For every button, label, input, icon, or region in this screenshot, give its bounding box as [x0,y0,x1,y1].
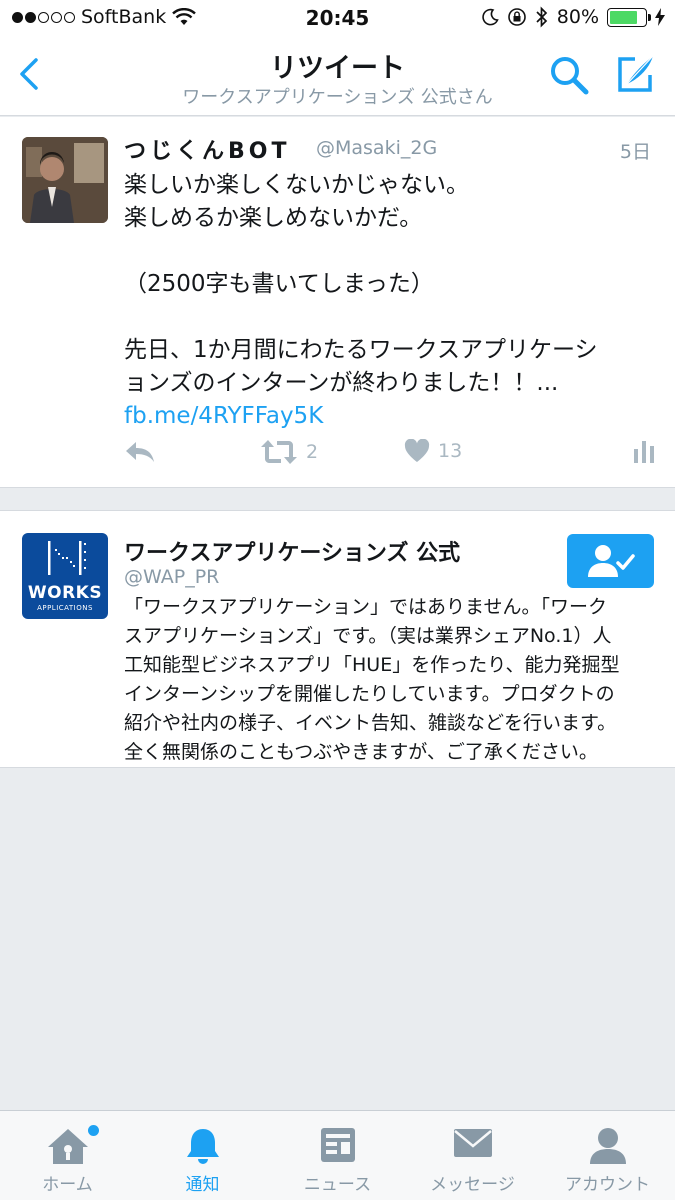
tweet-card[interactable]: つじくんBOT @Masaki_2G 5日 楽しいか楽しくないかじゃない。 楽し… [0,117,675,488]
charging-bolt-icon [655,8,665,26]
tab-messages-label: メッセージ [430,1175,515,1195]
following-button[interactable] [567,534,654,588]
reply-button[interactable] [124,439,156,465]
analytics-bars-icon [634,441,654,463]
tab-bar: ホーム 通知 ニュース メッセージ アカウント [0,1110,675,1200]
user-card[interactable]: WORKS APPLICATIONS ワークスアプリケーションズ 公式 @WAP… [0,510,675,768]
user-bio: 「ワークスアプリケーション」ではありません。「ワーク スアプリケーションズ」です… [124,593,659,767]
battery-level [610,10,638,24]
tab-messages[interactable]: メッセージ [405,1111,540,1200]
bio-line: 「ワークスアプリケーション」ではありません。「ワーク [124,596,607,618]
retweet-count: 2 [306,441,319,463]
tab-account-label: アカウント [565,1175,650,1195]
home-icon [47,1129,88,1164]
tweet-line: ョンズのインターンが終わりました！！... [124,370,559,396]
tab-notifications[interactable]: 通知 [135,1111,270,1200]
tweet-link[interactable]: fb.me/4RYFFay5K [124,403,323,429]
like-button[interactable]: 13 [404,439,462,463]
bio-line: 全く無関係のこともつぶやきますが、ご了承ください。 [124,741,598,763]
bio-line: インターンシップを開催したりしています。プロダクトの [124,683,615,705]
tab-notifications-label: 通知 [185,1175,220,1195]
tab-home-label: ホーム [42,1175,93,1195]
status-right: 80% [481,6,665,28]
bio-line: スアプリケーションズ」です。（実は業界シェアNo.1）人 [124,625,612,647]
tab-account[interactable]: アカウント [540,1111,675,1200]
compose-tweet-icon[interactable] [613,52,657,96]
tab-home[interactable]: ホーム [0,1111,135,1200]
reply-icon [126,442,154,462]
tweet-author-name[interactable]: つじくんBOT [124,133,290,165]
envelope-icon [453,1129,492,1157]
tweet-blank-line [124,301,654,334]
tweet-timestamp: 5日 [619,141,651,163]
bell-icon [186,1129,219,1164]
user-name[interactable]: ワークスアプリケーションズ 公式 [124,535,460,567]
tweet-actions: 2 13 [124,439,659,471]
user-handle[interactable]: @WAP_PR [124,566,219,588]
tweet-line: （2500字も書いてしまった） [124,271,434,297]
news-icon [320,1128,355,1162]
works-logo-dots-icon [48,541,86,575]
like-count: 13 [438,440,463,462]
bio-line: 工知能型ビジネスアプリ「HUE」を作ったり、能力発掘型 [124,654,620,676]
orientation-lock-icon [507,8,526,26]
do-not-disturb-moon-icon [482,8,499,26]
bio-line: 紹介や社内の様子、イベント告知、雑談などを行います。 [124,712,617,734]
works-logo-text: WORKS [27,583,103,603]
tweet-text: 楽しいか楽しくないかじゃない。 楽しめるか楽しめないかだ。 （2500字も書いて… [124,169,654,433]
person-check-icon [587,545,635,577]
person-icon [589,1128,626,1164]
tweet-blank-line [124,235,654,268]
tweet-line: 楽しめるか楽しめないかだ。 [124,205,423,231]
tweet-author-handle[interactable]: @Masaki_2G [316,137,437,159]
works-logo-subtext: APPLICATIONS [37,604,93,612]
tweet-author-avatar[interactable] [22,137,108,223]
retweet-icon [261,440,297,464]
person-photo-icon [22,137,108,223]
heart-icon [404,439,430,462]
tweet-line: 楽しいか楽しくないかじゃない。 [124,172,469,198]
analytics-button[interactable] [633,439,655,463]
search-icon[interactable] [548,54,590,96]
new-content-dot [88,1125,99,1136]
battery-percent: 80% [556,6,599,28]
tab-news-label: ニュース [303,1175,372,1195]
navigation-bar: リツイート ワークスアプリケーションズ 公式さん [0,38,675,116]
status-bar: SoftBank 20:45 80% [0,0,675,38]
tweet-line: 先日、1か月間にわたるワークスアプリケーシ [124,337,598,363]
works-applications-logo-avatar[interactable]: WORKS APPLICATIONS [22,533,108,619]
bluetooth-icon [536,6,547,28]
battery-icon [607,7,651,27]
retweet-button[interactable]: 2 [260,439,318,465]
tab-news[interactable]: ニュース [270,1111,405,1200]
